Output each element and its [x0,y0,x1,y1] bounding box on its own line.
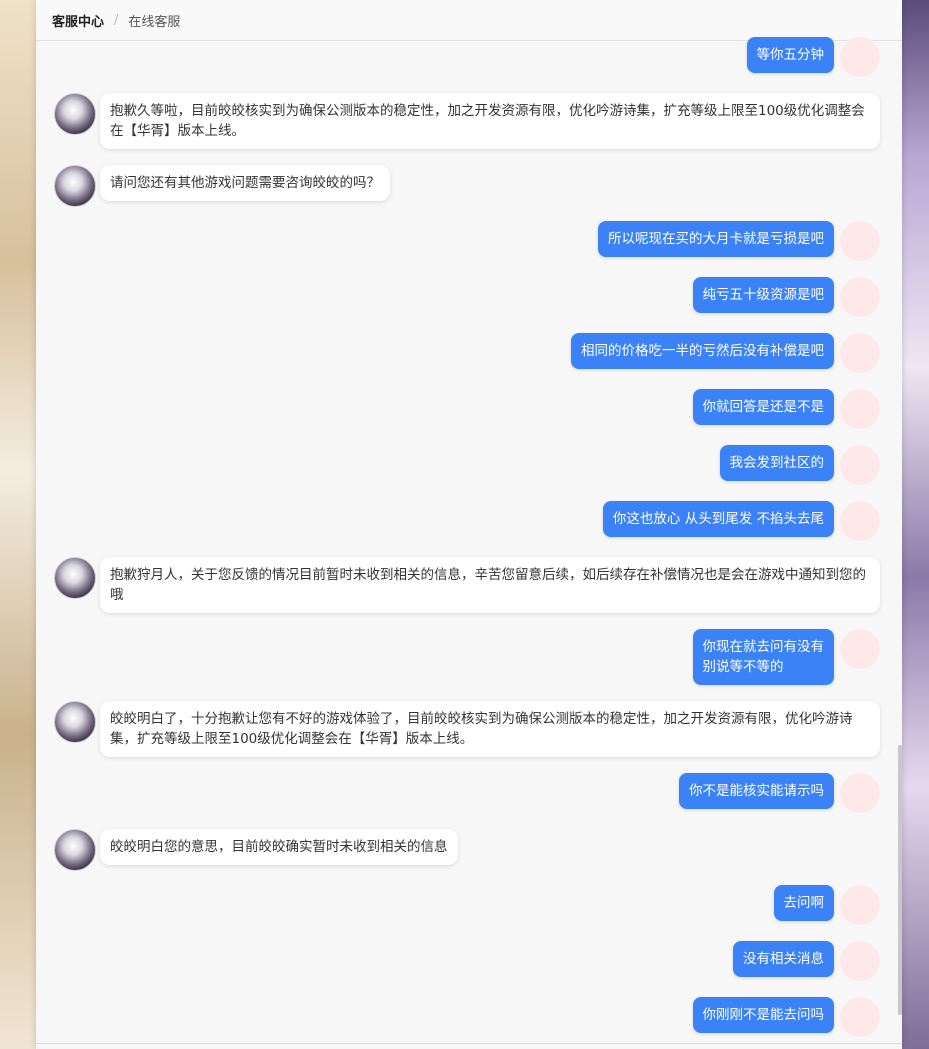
user-message-bubble: 你现在就去问有没有 别说等不等的 [692,629,834,685]
agent-avatar [54,93,96,135]
user-message-bubble: 没有相关消息 [733,941,834,977]
user-message-bubble: 你这也放心 从头到尾发 不掐头去尾 [602,501,834,537]
breadcrumb-separator: / [114,12,119,28]
user-message-bubble: 纯亏五十级资源是吧 [692,277,834,313]
user-avatar [840,885,880,925]
chat-panel: 客服中心 / 在线客服 等你五分钟 抱歉久等啦，目前皎皎核实到为确保公测版本的稳… [36,0,902,1049]
user-avatar [840,997,880,1037]
breadcrumb-current: 在线客服 [128,14,181,30]
breadcrumb-home-link[interactable]: 客服中心 [52,11,104,30]
agent-avatar [54,829,96,871]
user-avatar [840,221,880,261]
background-art-left [0,0,38,1049]
user-avatar [840,277,880,317]
user-avatar [840,941,880,981]
user-message-bubble: 你不是能核实能请示吗 [679,773,834,809]
user-avatar [840,37,880,77]
agent-avatar [54,165,96,207]
agent-message-bubble: 皎皎明白您的意思，目前皎皎确实暂时未收到相关的信息 [100,829,458,865]
agent-avatar [54,701,96,743]
chat-scrollbar[interactable] [898,745,902,1015]
agent-avatar [54,557,96,599]
user-avatar [840,333,880,373]
user-avatar [840,389,880,429]
user-message-bubble: 你就回答是还是不是 [692,389,834,425]
user-avatar [840,629,880,669]
agent-message-bubble: 抱歉久等啦，目前皎皎核实到为确保公测版本的稳定性，加之开发资源有限，优化吟游诗集… [100,93,880,149]
agent-message-bubble: 请问您还有其他游戏问题需要咨询皎皎的吗？ [100,165,390,201]
background-art-right [901,0,929,1049]
user-message-bubble: 所以呢现在买的大月卡就是亏损是吧 [598,221,834,257]
user-avatar [840,773,880,813]
user-avatar [840,501,880,541]
agent-message-bubble: 皎皎明白了，十分抱歉让您有不好的游戏体验了，目前皎皎核实到为确保公测版本的稳定性… [100,701,880,757]
user-message-bubble: 等你五分钟 [746,37,834,73]
user-message-bubble: 你刚刚不是能去问吗 [692,997,834,1033]
user-message-bubble: 相同的价格吃一半的亏然后没有补偿是吧 [571,333,834,369]
agent-message-bubble: 抱歉狩月人，关于您反馈的情况目前暂时未收到相关的信息，辛苦您留意后续，如后续存在… [100,557,880,613]
breadcrumb: 客服中心 / 在线客服 [36,0,902,41]
user-message-bubble: 我会发到社区的 [719,445,834,481]
user-avatar [840,445,880,485]
user-message-bubble: 去问啊 [773,885,834,921]
input-divider [36,1043,902,1044]
